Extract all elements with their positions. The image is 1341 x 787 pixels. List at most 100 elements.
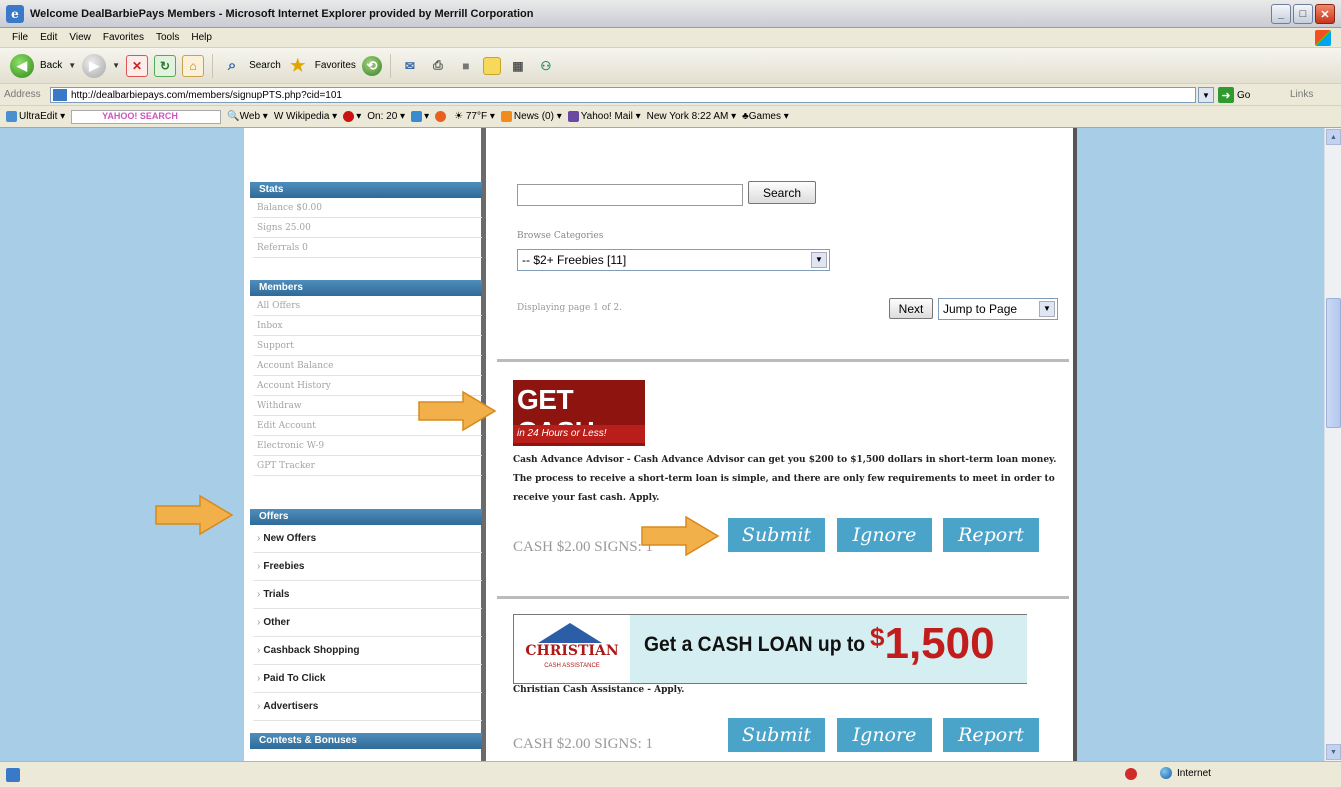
vertical-scrollbar[interactable]: ▲ ▼ [1324, 128, 1341, 761]
menu-tools[interactable]: Tools [156, 32, 179, 43]
annotation-arrow-icon [418, 390, 497, 432]
yahoo-search-input[interactable]: YAHOO! SEARCH [71, 109, 222, 124]
sidebar-item-account-balance[interactable]: Account Balance [253, 356, 482, 376]
christian-logo: CHRISTIAN CASH ASSISTANCE [518, 621, 624, 677]
stat-referrals: Referrals 0 [253, 238, 482, 258]
sidebar-item-freebies[interactable]: Freebies [253, 553, 482, 581]
jump-select-value: Jump to Page [943, 302, 1018, 316]
menu-edit[interactable]: Edit [40, 32, 57, 43]
mountain-icon [538, 623, 602, 643]
menu-bar: File Edit View Favorites Tools Help [0, 28, 1341, 48]
sidebar-item-cashback-shopping[interactable]: Cashback Shopping [253, 637, 482, 665]
scroll-up-icon[interactable]: ▲ [1326, 129, 1341, 145]
close-button[interactable]: ✕ [1315, 4, 1335, 24]
wikipedia-button[interactable]: W Wikipedia ▾ [274, 111, 337, 122]
get-cash-banner[interactable]: GET CASH in 24 Hours or Less! [513, 380, 645, 447]
home-icon[interactable]: ⌂ [182, 54, 205, 77]
sidebar-item-support[interactable]: Support [253, 336, 482, 356]
research-icon[interactable]: ▦ [507, 55, 529, 77]
mail-icon[interactable]: ✉ [399, 55, 421, 77]
next-page-button[interactable]: Next [889, 298, 933, 319]
firefox-icon[interactable] [435, 110, 448, 122]
back-dropdown-icon[interactable]: ▼ [68, 61, 76, 70]
offer-meta: CASH $2.00 SIGNS: 1 [513, 736, 654, 752]
sidebar-item-new-offers[interactable]: New Offers [253, 525, 482, 553]
offer-search-input[interactable] [517, 184, 743, 206]
sidebar-item-paid-to-click[interactable]: Paid To Click [253, 665, 482, 693]
cash-loan-banner[interactable]: CHRISTIAN CASH ASSISTANCE Get a CASH LOA… [513, 614, 1027, 684]
sidebar-item-gpt-tracker[interactable]: GPT Tracker [253, 456, 482, 476]
back-label[interactable]: Back [40, 60, 62, 71]
history-icon[interactable]: ⟲ [361, 55, 382, 76]
search-label[interactable]: Search [249, 60, 281, 71]
report-button[interactable]: Report [943, 518, 1039, 552]
maximize-button[interactable]: □ [1293, 4, 1313, 24]
bookmark-button[interactable]: ▾ [411, 110, 429, 122]
stat-signs: Signs 25.00 [253, 218, 482, 238]
sidebar-item-all-offers[interactable]: All Offers [253, 296, 482, 316]
yahoo-icon-button[interactable]: ▾ [343, 110, 361, 122]
sidebar-item-advertisers[interactable]: Advertisers [253, 693, 482, 721]
minimize-button[interactable]: _ [1271, 4, 1291, 24]
stats-heading: Stats [250, 182, 482, 198]
scroll-down-icon[interactable]: ▼ [1326, 744, 1341, 760]
address-url: http://dealbarbiepays.com/members/signup… [71, 89, 342, 101]
go-button[interactable]: ➜ Go [1218, 87, 1250, 103]
folder-icon[interactable] [482, 56, 501, 75]
sidebar-item-trials[interactable]: Trials [253, 581, 482, 609]
search-icon[interactable]: ⌕ [221, 55, 243, 77]
toolbar-separator [212, 53, 214, 78]
member-sidebar: Stats Balance $0.00 Signs 25.00 Referral… [244, 128, 486, 761]
favorites-label[interactable]: Favorites [315, 60, 356, 71]
status-bar: Internet [0, 761, 1341, 787]
submit-button[interactable]: Submit [728, 518, 825, 552]
print-icon[interactable]: ⎙ [427, 55, 449, 77]
report-button[interactable]: Report [943, 718, 1039, 752]
jump-to-page-select[interactable]: Jump to Page ▼ [938, 298, 1058, 320]
yahoo-mail-button[interactable]: Yahoo! Mail ▾ [567, 110, 641, 122]
offer-meta: CASH $2.00 SIGNS: 1 [513, 539, 654, 555]
ignore-button[interactable]: Ignore [837, 718, 932, 752]
submit-button[interactable]: Submit [728, 718, 825, 752]
yahoo-search-button[interactable]: 🔍Web ▾ [227, 111, 268, 122]
search-button[interactable]: Search [748, 181, 816, 204]
address-input[interactable]: http://dealbarbiepays.com/members/signup… [50, 87, 1196, 103]
forward-arrow-icon[interactable]: ▶ [82, 53, 107, 78]
ultraedit-button[interactable]: UltraEdit ▾ [6, 110, 65, 122]
favorites-star-icon[interactable]: ★ [287, 55, 309, 77]
globe-icon [1160, 767, 1172, 779]
news-button[interactable]: News (0) ▾ [500, 110, 562, 122]
refresh-icon[interactable]: ↻ [154, 54, 177, 77]
links-label[interactable]: Links [1290, 89, 1313, 100]
sidebar-item-other[interactable]: Other [253, 609, 482, 637]
category-select[interactable]: -- $2+ Freebies [11] ▼ [517, 249, 830, 271]
edit-icon[interactable]: ■ [455, 55, 477, 77]
menu-favorites[interactable]: Favorites [103, 32, 144, 43]
sidebar-item-electronic-w9[interactable]: Electronic W-9 [253, 436, 482, 456]
chevron-down-icon: ▼ [811, 252, 827, 268]
weather-button[interactable]: ☀ 77°F ▾ [454, 111, 495, 122]
internet-zone: Internet [1160, 767, 1211, 779]
chevron-down-icon: ▼ [1039, 301, 1055, 317]
divider [497, 596, 1069, 599]
forward-dropdown-icon[interactable]: ▼ [112, 61, 120, 70]
menu-file[interactable]: File [12, 32, 28, 43]
messenger-icon[interactable]: ⚇ [535, 55, 557, 77]
toolbar-separator [389, 53, 391, 78]
games-button[interactable]: ♣Games ▾ [742, 111, 789, 122]
sidebar-item-inbox[interactable]: Inbox [253, 316, 482, 336]
scroll-thumb[interactable] [1326, 298, 1341, 428]
on-button[interactable]: On: 20 ▾ [367, 111, 405, 122]
members-heading: Members [250, 280, 482, 296]
offers-heading: Offers [250, 509, 482, 525]
menu-view[interactable]: View [69, 32, 91, 43]
ignore-button[interactable]: Ignore [837, 518, 932, 552]
time-button[interactable]: New York 8:22 AM ▾ [647, 111, 737, 122]
menu-help[interactable]: Help [191, 32, 212, 43]
back-arrow-icon[interactable]: ◀ [10, 53, 34, 78]
window-title: Welcome DealBarbiePays Members - Microso… [30, 7, 534, 20]
stop-icon[interactable]: ✕ [126, 54, 149, 77]
address-dropdown-icon[interactable]: ▼ [1198, 87, 1214, 103]
address-label: Address [4, 89, 41, 100]
bookmark-icon [411, 110, 423, 122]
